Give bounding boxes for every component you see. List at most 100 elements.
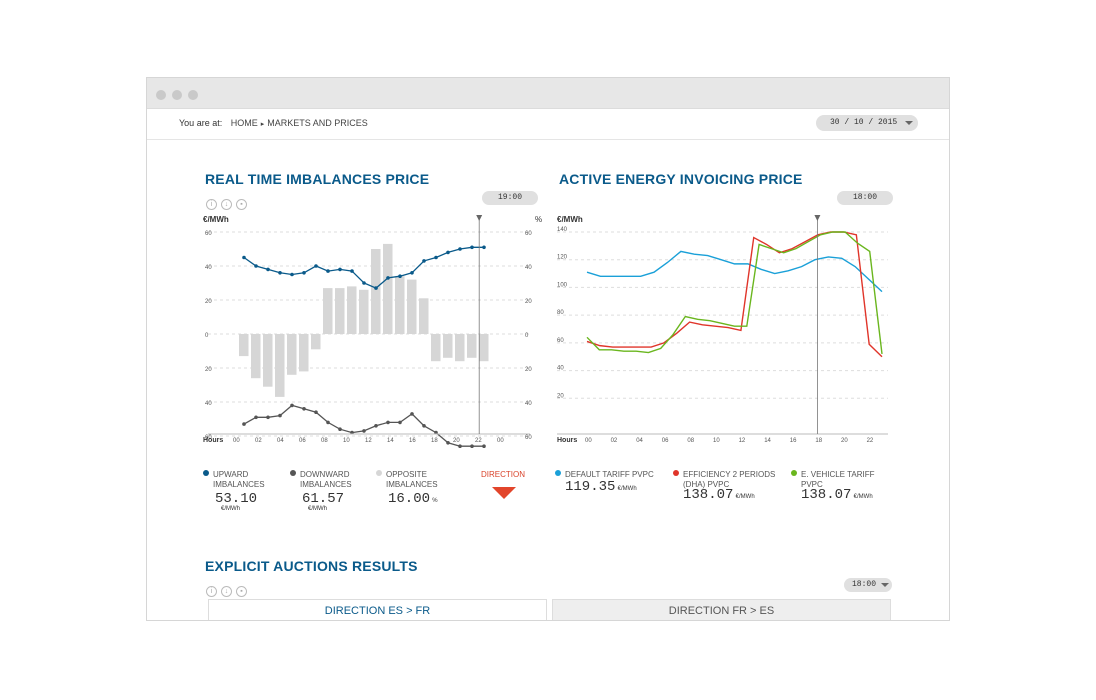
y-tick-label: 40 (205, 401, 212, 407)
downward-point (422, 424, 426, 428)
info-icon[interactable]: i (206, 586, 217, 597)
x-tick-label: 06 (662, 438, 669, 444)
legend-unit: €/MWh (853, 494, 873, 500)
downward-point (386, 420, 390, 425)
downward-point (482, 444, 486, 448)
legend-unit: €/MWh (617, 486, 637, 492)
x-tick-label: 18 (815, 438, 822, 444)
legend-bullet-icon (290, 470, 296, 476)
y-tick-label: 20 (525, 299, 532, 305)
upward-point (254, 264, 258, 268)
upward-point (434, 255, 438, 260)
legend-value: 53.10 (215, 491, 258, 507)
window-dot-icon[interactable] (188, 90, 198, 100)
upward-point (326, 269, 330, 273)
x-tick-label: 14 (387, 438, 394, 444)
opposite-bar (419, 298, 429, 334)
x-tick-label: 20 (841, 438, 848, 444)
legend-opposite: OPPOSITE IMBALANCES 16.00 % (376, 470, 438, 506)
x-tick-label: 16 (409, 438, 416, 444)
current-hour-marker-icon (476, 215, 483, 221)
imbalances-chart: €/MWh %60 6040 4020 200 020 2040 4060 60Hours 00 0… (203, 215, 542, 448)
chart-icon[interactable]: ▪ (236, 586, 247, 597)
auctions-time[interactable]: 18:00 (844, 578, 892, 592)
legend-default-tariff: DEFAULT TARIFF PVPC 119.35 €/MWh (555, 470, 654, 494)
x-tick-label: 06 (299, 438, 306, 444)
y-tick-label: 20 (557, 393, 564, 399)
axis-unit-left: €/MWh (557, 215, 583, 224)
legend-value: 61.57 (302, 491, 345, 507)
upward-point (314, 264, 318, 268)
y-tick-label: 60 (525, 231, 532, 237)
upward-point (362, 281, 366, 285)
x-tick-label: 12 (365, 438, 372, 444)
download-icon[interactable]: ↓ (221, 199, 232, 210)
x-tick-label: 04 (277, 438, 284, 444)
opposite-bar (443, 334, 453, 358)
info-icon[interactable]: i (206, 199, 217, 210)
date-value: 30 / 10 / 2015 (830, 118, 898, 127)
tab-direction-es-fr[interactable]: DIRECTION ES > FR (208, 599, 547, 620)
downward-point (242, 422, 246, 426)
downward-point (446, 441, 450, 445)
y-tick-label: 20 (205, 299, 212, 305)
imbalances-tools: i ↓ ▪ (206, 193, 251, 210)
x-tick-label: 10 (713, 438, 720, 444)
upward-point (422, 259, 426, 263)
y-tick-label: 80 (557, 310, 564, 316)
date-picker[interactable]: 30 / 10 / 2015 (816, 115, 918, 131)
legend-bullet-icon (673, 470, 679, 476)
opposite-bar (347, 286, 357, 334)
downward-point (302, 407, 306, 411)
x-tick-label: 18 (431, 438, 438, 444)
default-tariff-line (586, 250, 883, 293)
opposite-bar (299, 334, 309, 372)
upward-point (350, 269, 354, 273)
legend-unit: % (432, 498, 438, 504)
legend-vehicle: E. VEHICLE TARIFF PVPC 138.07 €/MWh (791, 470, 875, 502)
invoicing-time[interactable]: 18:00 (837, 191, 893, 205)
opposite-bar (335, 288, 345, 334)
window-dot-icon[interactable] (172, 90, 182, 100)
legend-value: 119.35 (565, 479, 616, 495)
chart-icon[interactable]: ▪ (236, 199, 247, 210)
legend-label: EFFICIENCY 2 PERIODS (683, 470, 776, 479)
upward-point (242, 255, 246, 260)
opposite-bar (311, 334, 321, 350)
breadcrumb-markets[interactable]: MARKETS AND PRICES (267, 118, 368, 128)
window-dot-icon[interactable] (156, 90, 166, 100)
direction-label: DIRECTION (481, 470, 525, 479)
chevron-down-icon (905, 121, 913, 125)
opposite-bar (239, 334, 249, 357)
upward-point (386, 276, 390, 280)
opposite-bar (455, 334, 465, 362)
direction-down-icon (492, 487, 516, 499)
legend-label: IMBALANCES (386, 480, 438, 489)
breadcrumb-home[interactable]: HOME (231, 118, 258, 128)
x-tick-label: 14 (764, 438, 771, 444)
download-icon[interactable]: ↓ (221, 586, 232, 597)
opposite-bar (287, 334, 297, 375)
opposite-bar (323, 288, 333, 334)
imbalances-time[interactable]: 19:00 (482, 191, 538, 205)
opposite-bar (407, 279, 417, 334)
upward-point (374, 286, 378, 290)
downward-point (314, 410, 318, 414)
downward-point (470, 444, 474, 448)
tab-direction-fr-es[interactable]: DIRECTION FR > ES (552, 599, 891, 620)
invoicing-chart: €/MWh 20 40 60 80 100 120 140 Hours 00 02 04 06 08 10 1… (557, 215, 888, 444)
opposite-bar (359, 289, 369, 334)
legend-bullet-icon (203, 470, 209, 476)
upward-point (398, 274, 402, 278)
breadcrumb-separator-icon: ▸ (260, 121, 265, 128)
imbalances-title: REAL TIME IMBALANCES PRICE (205, 171, 430, 187)
axis-unit-right: % (535, 215, 542, 224)
x-tick-label: 02 (611, 438, 618, 444)
opposite-bar (383, 243, 393, 334)
downward-point (254, 415, 258, 420)
header-divider (147, 139, 949, 140)
y-tick-label: 40 (205, 265, 212, 271)
invoicing-title: ACTIVE ENERGY INVOICING PRICE (559, 171, 803, 187)
upward-point (410, 271, 414, 275)
y-tick-label: 100 (557, 282, 568, 288)
